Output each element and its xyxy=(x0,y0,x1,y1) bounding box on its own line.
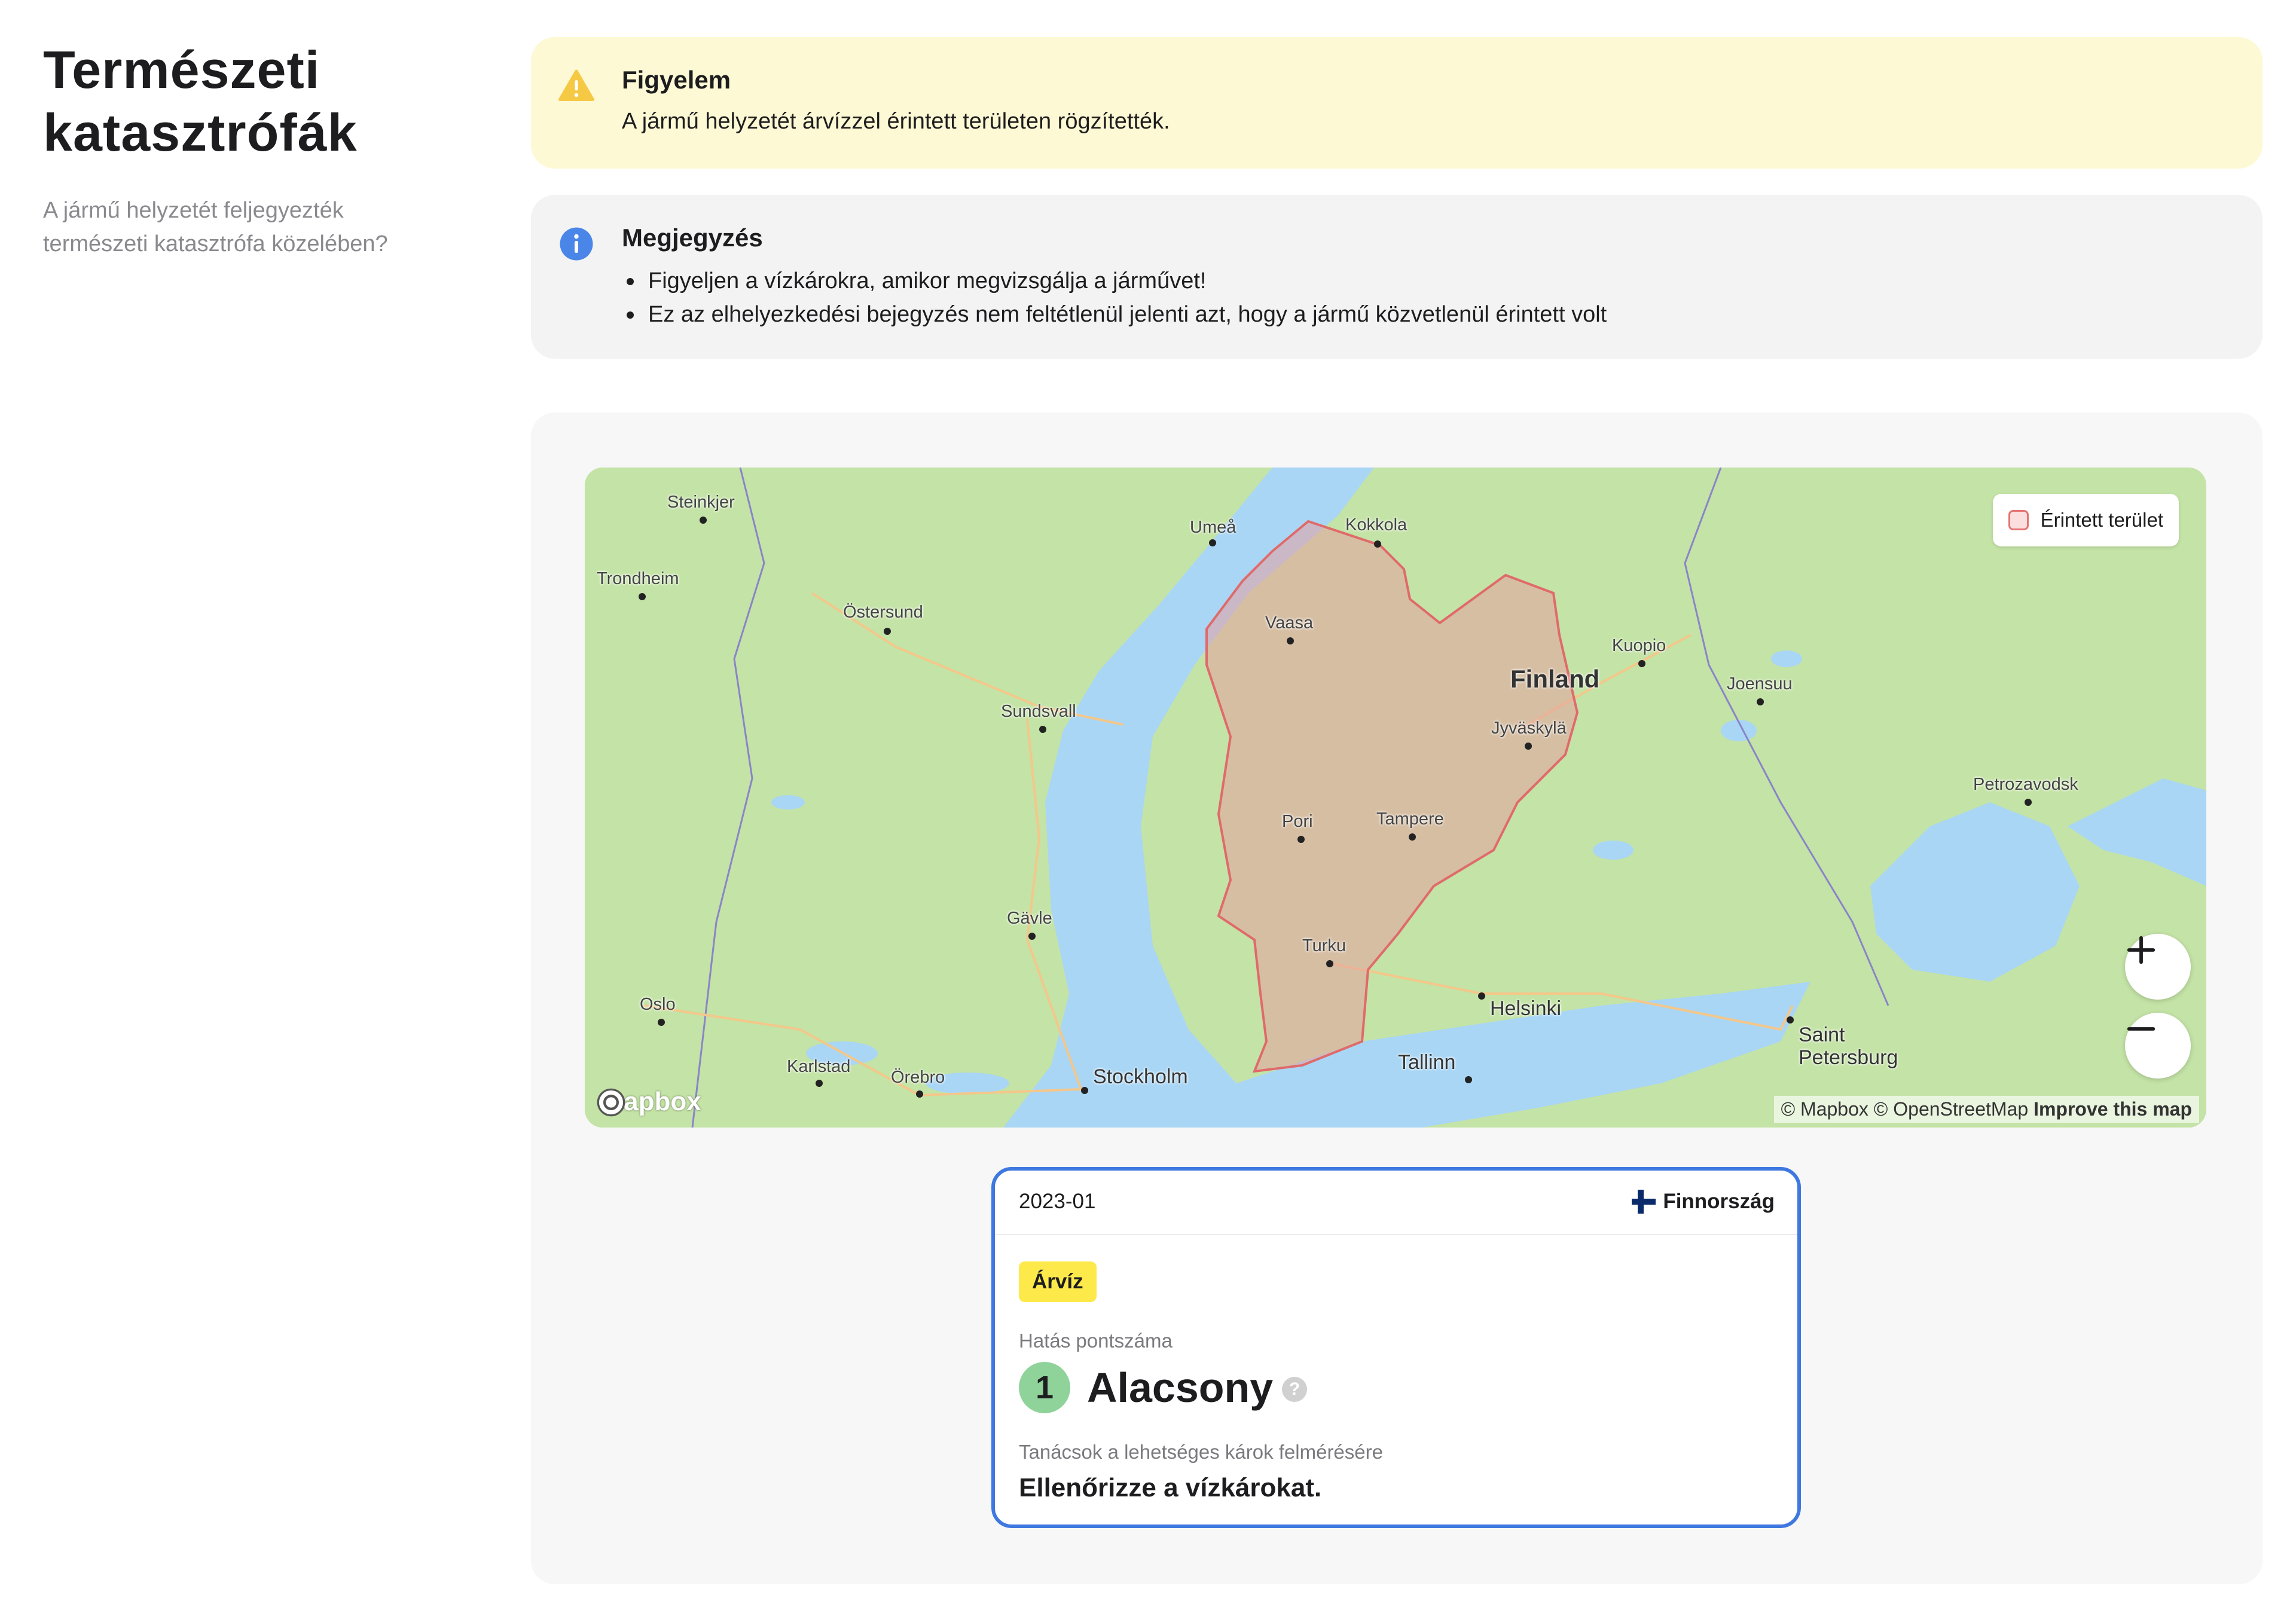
advice-text: Ellenőrizze a vízkárokat. xyxy=(1019,1473,1322,1502)
city-pori: Pori xyxy=(1282,812,1313,831)
finland-flag-icon xyxy=(1632,1190,1656,1214)
map-legend: Érintett terület xyxy=(1992,494,2179,546)
legend-swatch xyxy=(2008,510,2029,530)
warning-alert: Figyelem A jármű helyzetét árvízzel érin… xyxy=(531,37,2263,169)
advice-label: Tanácsok a lehetséges károk felmérésére xyxy=(1019,1441,1383,1463)
event-country-label: Finnország xyxy=(1663,1190,1775,1213)
city-jyvaskyla: Jyväskylä xyxy=(1491,719,1567,738)
note-title: Megjegyzés xyxy=(622,224,763,252)
city-tampere: Tampere xyxy=(1376,809,1444,829)
event-date: 2023-01 xyxy=(1019,1190,1096,1213)
help-icon[interactable]: ? xyxy=(1282,1377,1307,1402)
city-petrozavodsk: Petrozavodsk xyxy=(1973,775,2078,794)
note-item: Ez az elhelyezkedési bejegyzés nem felté… xyxy=(622,298,1607,331)
city-umea: Umeå xyxy=(1190,518,1236,537)
legend-label: Érintett terület xyxy=(2040,509,2163,531)
city-gavle: Gävle xyxy=(1007,909,1052,928)
warning-title: Figyelem xyxy=(622,66,731,94)
improve-map-link[interactable]: Improve this map xyxy=(2034,1098,2192,1120)
warning-text: A jármű helyzetét árvízzel érintett terü… xyxy=(622,109,1170,134)
city-kuopio: Kuopio xyxy=(1612,636,1666,655)
page-title-line1: Természeti xyxy=(43,40,320,99)
city-karlstad: Karlstad xyxy=(787,1057,851,1076)
map-canvas xyxy=(585,468,2206,1128)
page-subtitle: A jármű helyzetét feljegyezték természet… xyxy=(43,194,462,261)
page-title: Természeti katasztrófák xyxy=(43,38,462,164)
plus-icon xyxy=(2127,936,2155,964)
impact-label: Hatás pontszáma xyxy=(1019,1330,1173,1352)
city-helsinki: Helsinki xyxy=(1490,997,1562,1020)
zoom-out-button[interactable] xyxy=(2125,1013,2191,1079)
page-header: Természeti katasztrófák A jármű helyzeté… xyxy=(43,38,462,261)
city-trondheim: Trondheim xyxy=(597,569,679,588)
map[interactable]: Steinkjer Trondheim Östersund Umeå Kokko… xyxy=(585,468,2206,1128)
note-list: Figyeljen a vízkárokra, amikor megvizsgá… xyxy=(622,264,1607,331)
page-subtitle-line2: természeti katasztrófa közelében? xyxy=(43,231,388,256)
note-alert: Megjegyzés Figyeljen a vízkárokra, amiko… xyxy=(531,195,2263,359)
city-orebro: Örebro xyxy=(891,1068,945,1087)
impact-level: Alacsony xyxy=(1087,1364,1274,1411)
attribution-text[interactable]: © Mapbox © OpenStreetMap xyxy=(1781,1098,2029,1120)
warning-icon xyxy=(558,69,594,101)
event-card[interactable]: 2023-01 Finnország Árvíz Hatás pontszáma… xyxy=(991,1167,1801,1528)
city-oslo: Oslo xyxy=(640,995,676,1014)
city-joensuu: Joensuu xyxy=(1727,674,1793,693)
city-stockholm: Stockholm xyxy=(1093,1065,1188,1088)
mapbox-logo-icon xyxy=(597,1088,625,1117)
city-turku: Turku xyxy=(1302,936,1347,955)
map-attribution: © Mapbox © OpenStreetMap Improve this ma… xyxy=(1773,1096,2199,1123)
city-steinkjer: Steinkjer xyxy=(667,493,735,512)
minus-icon xyxy=(2127,1027,2155,1031)
country-label-finland: Finland xyxy=(1510,665,1600,693)
info-icon xyxy=(560,227,593,261)
note-item: Figyeljen a vízkárokra, amikor megvizsgá… xyxy=(622,264,1607,298)
city-sundsvall: Sundsvall xyxy=(1001,702,1076,721)
event-type-badge: Árvíz xyxy=(1019,1261,1097,1302)
zoom-in-button[interactable] xyxy=(2125,934,2191,1000)
city-ostersund: Östersund xyxy=(843,603,923,622)
page-subtitle-line1: A jármű helyzetét feljegyezték xyxy=(43,198,344,223)
event-country: Finnország xyxy=(1632,1190,1775,1214)
city-saint: Saint xyxy=(1799,1024,1845,1046)
page-title-line2: katasztrófák xyxy=(43,103,358,162)
card-header: 2023-01 Finnország xyxy=(995,1171,1797,1235)
mapbox-logo[interactable]: mapbox xyxy=(596,1087,701,1117)
city-kokkola: Kokkola xyxy=(1345,515,1407,534)
city-petersburg: Petersburg xyxy=(1799,1046,1898,1069)
impact-score: 1 xyxy=(1019,1362,1070,1413)
city-tallinn: Tallinn xyxy=(1398,1051,1456,1074)
city-vaasa: Vaasa xyxy=(1265,613,1314,633)
